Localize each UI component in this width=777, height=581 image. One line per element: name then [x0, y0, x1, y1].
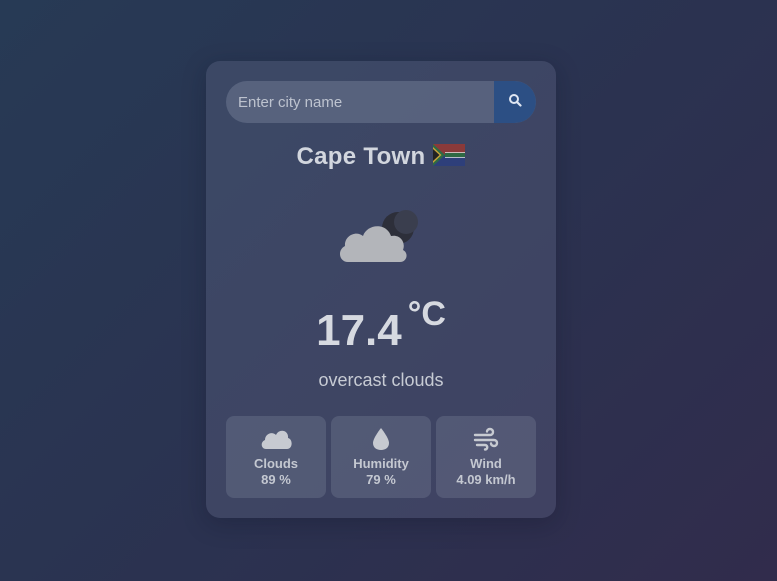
stat-label: Wind — [470, 456, 502, 471]
stat-label: Humidity — [353, 456, 409, 471]
droplet-icon — [331, 426, 431, 452]
wind-icon — [436, 426, 536, 452]
wind-stat: Wind 4.09 km/h — [436, 416, 536, 498]
stat-label: Clouds — [253, 456, 299, 471]
temperature-unit: °C — [407, 295, 446, 333]
stat-value: 4.09 km/h — [456, 472, 516, 487]
stat-value: 79 % — [366, 472, 396, 487]
city-name: Cape Town — [296, 143, 426, 170]
search-button[interactable] — [494, 81, 536, 123]
search-bar — [226, 81, 536, 123]
temperature-display: 17.4 °C — [206, 295, 556, 356]
city-search-input[interactable] — [226, 81, 486, 123]
clouds-stat: Clouds 89 % — [226, 416, 326, 498]
weather-description: overcast clouds — [318, 370, 444, 390]
city-heading: Cape Town — [206, 143, 556, 173]
stat-value: 89 % — [261, 472, 291, 487]
temperature-value: 17.4 — [316, 306, 402, 355]
humidity-stat: Humidity 79 % — [331, 416, 431, 498]
cloud-moon-icon — [336, 206, 428, 268]
weather-card: Cape Town 17.4°C overcast clouds — [206, 61, 556, 518]
weather-stats: Clouds 89 % Humidity 79 % Wind 4.09 km/h — [226, 416, 537, 498]
cloud-icon — [226, 426, 326, 452]
search-icon — [508, 93, 522, 112]
south-africa-flag-icon — [433, 144, 466, 173]
